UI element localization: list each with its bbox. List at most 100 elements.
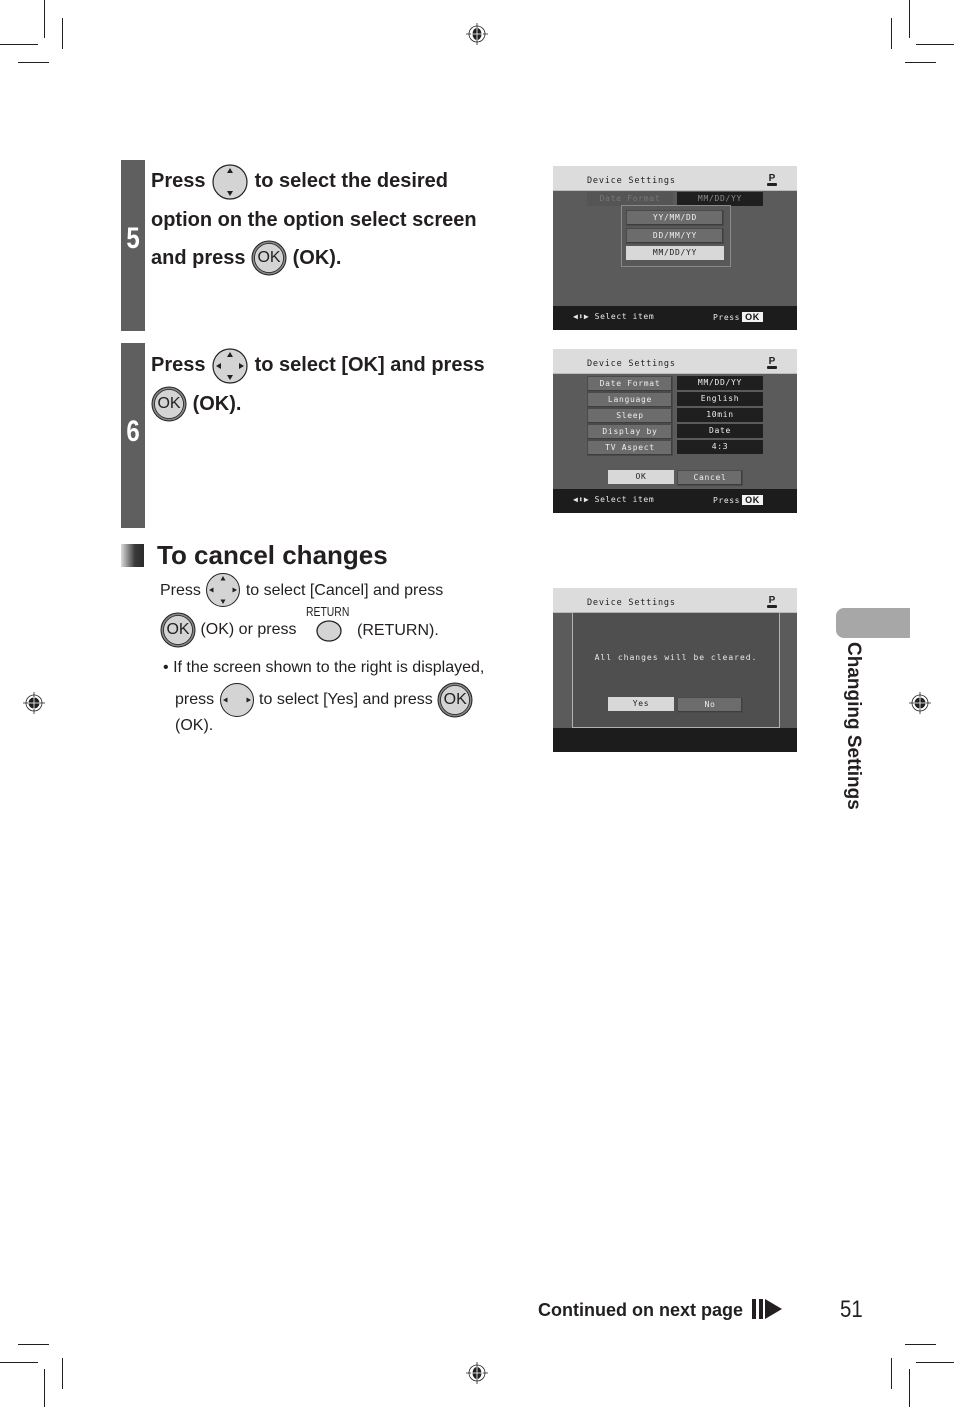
- footer-select-text: Select item: [594, 495, 655, 504]
- confirm-dialog: All changes will be cleared. Yes No: [572, 612, 780, 728]
- crop-mark: [0, 1362, 38, 1363]
- step-text: Press: [151, 170, 206, 192]
- section-title: To cancel changes: [157, 540, 388, 570]
- screen-titlebar: Device Settings P: [553, 588, 797, 613]
- ok-button[interactable]: OK: [608, 470, 674, 484]
- dpad-four-way-icon: [212, 348, 248, 384]
- crop-mark: [905, 62, 936, 63]
- crop-mark: [62, 18, 63, 49]
- setting-value: Date: [677, 424, 763, 438]
- return-button-label: RETURN: [306, 604, 350, 619]
- cancel-line-1: Press to select [Cancel] and press: [160, 573, 444, 608]
- screen-title: Device Settings: [587, 176, 676, 186]
- crop-mark: [909, 0, 910, 38]
- body-text: press: [175, 691, 215, 708]
- dpad-up-down-icon: [212, 164, 248, 200]
- ok-button-icon: OK: [437, 682, 473, 718]
- option-item[interactable]: DD/MM/YY: [626, 228, 724, 244]
- setting-value: 4:3: [677, 440, 763, 454]
- step-text: and press: [151, 246, 246, 269]
- step-6-instructions: Press to select [OK] and press OK (OK).: [151, 346, 485, 423]
- svg-text:P: P: [769, 595, 776, 606]
- footer-press-text: Press: [713, 313, 741, 322]
- body-text: Press: [160, 582, 201, 599]
- step-number: 6: [126, 415, 140, 448]
- crop-mark: [891, 1358, 892, 1389]
- crop-mark: [18, 1344, 49, 1345]
- screen-title: Device Settings: [587, 598, 676, 608]
- setting-label[interactable]: Date Format: [587, 376, 673, 392]
- crop-mark: [909, 1369, 910, 1407]
- page-number: 51: [840, 1296, 863, 1323]
- cancel-button[interactable]: Cancel: [677, 470, 743, 486]
- crop-mark: [18, 62, 49, 63]
- step-5-bar: 5: [121, 160, 145, 331]
- svg-text:P: P: [769, 356, 776, 367]
- crop-mark: [916, 1362, 954, 1363]
- step-number: 5: [126, 222, 140, 255]
- screen-titlebar: Device Settings P: [553, 349, 797, 374]
- dpad-arrows-icon: ◀⬍▶: [573, 495, 590, 504]
- screen-footer: ◀⬍▶ Select item Press OK: [553, 489, 797, 513]
- footer-select-hint: ◀⬍▶ Select item: [573, 312, 654, 321]
- setting-label[interactable]: Language: [587, 392, 673, 408]
- crop-mark: [916, 44, 954, 45]
- step-text: (OK).: [292, 246, 342, 269]
- registration-mark-icon: [466, 1362, 488, 1384]
- crop-mark: [905, 1344, 936, 1345]
- footer-select-hint: ◀⬍▶ Select item: [573, 495, 654, 504]
- ok-button-icon: OK: [251, 240, 287, 276]
- registration-mark-icon: [909, 692, 931, 714]
- dpad-left-right-icon: [219, 683, 254, 717]
- registration-mark-icon: [23, 692, 45, 714]
- return-button-icon: [316, 620, 342, 642]
- screen-title: Device Settings: [587, 359, 676, 369]
- screen-footer: ◀⬍▶ Select item Press OK: [553, 306, 797, 330]
- dpad-four-way-icon: [206, 573, 241, 607]
- yes-button[interactable]: Yes: [608, 697, 674, 711]
- screen-footer: [553, 728, 797, 752]
- footer-select-text: Select item: [594, 312, 655, 321]
- row-label-date-format: Date Format: [587, 192, 673, 206]
- setting-label[interactable]: TV Aspect: [587, 440, 673, 456]
- no-button[interactable]: No: [677, 697, 743, 713]
- cancel-line-2: OK (OK) or press: [160, 612, 296, 648]
- ok-button-icon: OK: [151, 386, 187, 422]
- continued-on-next-page: Continued on next page: [538, 1298, 784, 1321]
- bullet-line-2: press to select [Yes] and press OK: [175, 682, 473, 718]
- ok-badge: OK: [742, 312, 763, 322]
- footer-press-hint: Press OK: [713, 495, 763, 505]
- ok-icon-label: OK: [166, 621, 190, 638]
- footer-press-hint: Press OK: [713, 312, 763, 322]
- body-text: If the screen shown to the right is disp…: [173, 659, 485, 676]
- step-text: Press: [151, 354, 206, 376]
- ok-badge: OK: [742, 495, 763, 505]
- setting-label[interactable]: Display by: [587, 424, 673, 440]
- body-text: (RETURN).: [357, 622, 439, 639]
- step-5-instructions: Press to select the desired option on th…: [151, 162, 477, 277]
- setting-value: 10min: [677, 408, 763, 422]
- crop-mark: [891, 18, 892, 49]
- screen-titlebar: Device Settings P: [553, 166, 797, 191]
- printer-p-icon: P: [767, 356, 777, 369]
- ok-button-icon: OK: [160, 612, 196, 648]
- bullet-line-1: • If the screen shown to the right is di…: [163, 658, 484, 678]
- confirm-message: All changes will be cleared.: [594, 653, 758, 662]
- option-item-selected[interactable]: MM/DD/YY: [626, 246, 724, 260]
- side-tab: [836, 608, 910, 638]
- footer-press-text: Press: [713, 496, 741, 505]
- setting-value: English: [677, 392, 763, 406]
- side-tab-label: Changing Settings: [843, 642, 864, 810]
- option-item[interactable]: YY/MM/DD: [626, 210, 724, 226]
- body-text: to select [Yes] and press: [259, 691, 433, 708]
- ok-icon-label: OK: [157, 395, 181, 413]
- setting-label[interactable]: Sleep: [587, 408, 673, 424]
- step-text: option on the option select screen: [151, 208, 477, 231]
- crop-mark: [44, 0, 45, 38]
- dpad-arrows-icon: ◀⬍▶: [573, 312, 590, 321]
- body-text: (OK) or press: [200, 621, 297, 638]
- setting-value: MM/DD/YY: [677, 376, 763, 390]
- continued-text: Continued on next page: [538, 1300, 743, 1320]
- crop-mark: [62, 1358, 63, 1389]
- body-text: to select [Cancel] and press: [245, 582, 444, 599]
